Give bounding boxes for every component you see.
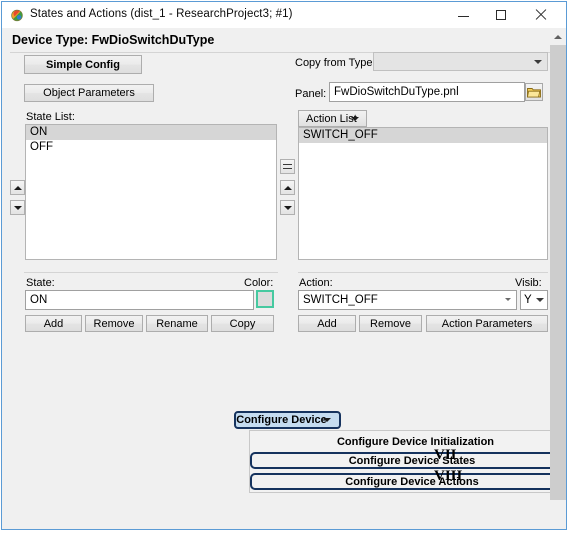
minimize-button[interactable] <box>444 2 482 28</box>
state-input[interactable]: ON <box>25 290 254 310</box>
chevron-down-icon <box>323 418 331 422</box>
state-remove-button[interactable]: Remove <box>85 315 143 332</box>
close-button[interactable] <box>522 2 560 28</box>
state-list[interactable]: ON OFF <box>25 124 277 260</box>
globe-icon <box>11 9 23 22</box>
application-window: States and Actions (dist_1 - ResearchPro… <box>1 1 567 530</box>
state-action-link-button[interactable] <box>280 159 295 174</box>
state-move-down-button[interactable] <box>10 200 25 215</box>
left-divider <box>24 272 278 273</box>
state-add-button[interactable]: Add <box>25 315 82 332</box>
action-select[interactable]: SWITCH_OFF <box>298 290 517 310</box>
down-arrow-icon <box>13 205 22 210</box>
action-add-button[interactable]: Add <box>298 315 356 332</box>
up-arrow-icon <box>554 34 562 39</box>
up-arrow-icon <box>283 185 292 190</box>
color-swatch[interactable] <box>256 290 274 308</box>
chevron-down-icon <box>534 59 542 64</box>
action-move-up-button[interactable] <box>280 180 295 195</box>
menu-item-configure-device-states[interactable]: Configure Device States <box>250 452 566 469</box>
action-list-dropdown-button[interactable]: Action List <box>298 110 367 127</box>
marker-viii: VIII <box>434 468 463 484</box>
device-type-label: Device Type: FwDioSwitchDuType <box>12 33 215 47</box>
visib-value: Y <box>524 294 532 306</box>
action-move-down-button[interactable] <box>280 200 295 215</box>
action-list-label: Action List <box>306 112 357 125</box>
window-title: States and Actions (dist_1 - ResearchPro… <box>30 8 293 20</box>
maximize-icon <box>496 10 506 20</box>
action-remove-button[interactable]: Remove <box>359 315 422 332</box>
state-move-up-button[interactable] <box>10 180 25 195</box>
folder-icon <box>527 87 541 97</box>
chevron-down-icon <box>505 298 511 301</box>
simple-config-button[interactable]: Simple Config <box>24 55 142 74</box>
maximize-button[interactable] <box>482 2 520 28</box>
up-arrow-icon <box>13 185 22 190</box>
title-bar: States and Actions (dist_1 - ResearchPro… <box>2 2 566 28</box>
minimize-icon <box>457 16 469 17</box>
client-area: Device Type: FwDioSwitchDuType Simple Co… <box>2 28 566 529</box>
state-rename-button[interactable]: Rename <box>146 315 208 332</box>
close-icon <box>535 9 547 21</box>
vertical-scrollbar[interactable] <box>550 28 566 529</box>
list-item[interactable]: SWITCH_OFF <box>299 128 547 143</box>
copy-from-type-label: Copy from Type: <box>295 57 376 69</box>
down-arrow-icon <box>283 205 292 210</box>
visib-label: Visib: <box>515 277 542 289</box>
panel-input[interactable]: FwDioSwitchDuType.pnl <box>329 82 525 102</box>
menu-item-configure-device-actions[interactable]: Configure Device Actions <box>250 473 566 490</box>
panel-label: Panel: <box>295 88 327 100</box>
object-parameters-button[interactable]: Object Parameters <box>24 84 154 102</box>
scrollbar-thumb[interactable] <box>550 45 566 500</box>
action-value: SWITCH_OFF <box>303 294 378 306</box>
configure-device-button[interactable]: Configure Device <box>234 411 341 429</box>
menu-item-configure-device-initialization[interactable]: Configure Device Initialization <box>250 433 566 450</box>
marker-vii: VII <box>434 447 457 463</box>
visib-select[interactable]: Y <box>520 290 548 310</box>
state-list-label: State List: <box>26 111 75 123</box>
state-field-label: State: <box>26 277 55 289</box>
screenshot-root: States and Actions (dist_1 - ResearchPro… <box>0 0 570 533</box>
copy-from-type-select[interactable] <box>373 52 548 71</box>
list-item[interactable]: ON <box>26 125 276 140</box>
panel-browse-button[interactable] <box>525 83 543 101</box>
configure-device-label: Configure Device <box>236 414 327 426</box>
action-field-label: Action: <box>299 277 333 289</box>
state-copy-button[interactable]: Copy <box>211 315 274 332</box>
right-divider <box>298 272 548 273</box>
action-list[interactable]: SWITCH_OFF <box>298 127 548 260</box>
chevron-down-icon <box>536 298 544 302</box>
list-item[interactable]: OFF <box>26 140 276 155</box>
chevron-down-icon <box>351 116 359 121</box>
configure-device-menu: Configure Device Initialization Configur… <box>249 430 566 493</box>
bar-icon <box>283 164 292 169</box>
scroll-up-button[interactable] <box>550 28 566 45</box>
action-parameters-button[interactable]: Action Parameters <box>426 315 548 332</box>
color-label: Color: <box>244 277 274 289</box>
